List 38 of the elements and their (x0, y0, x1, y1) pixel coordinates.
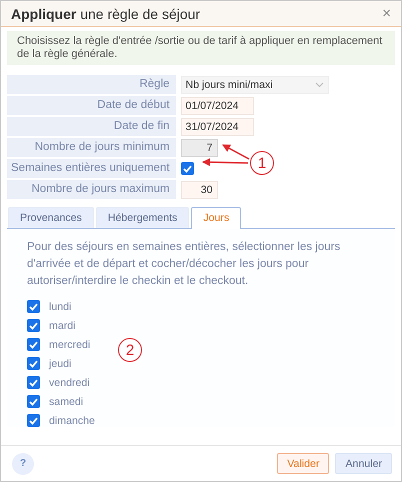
instructions-text: Pour des séjours en semaines entières, sélectionner les jours d'arrivée et de départ et cocher/décocher les jours pour autoriser/interdire le checkin et le checkout. (27, 240, 342, 289)
date-field[interactable]: 31/07/2024 (180, 118, 254, 136)
callout-badge: 1 (250, 151, 274, 175)
chevron-down-icon (314, 82, 324, 88)
info-message: Choisissez la règle d'entrée /sortie ou de tarif à appliquer en remplacement de la règle générale. (7, 31, 395, 65)
field-label: Date de fin (7, 117, 176, 136)
day-label: mardi (49, 320, 76, 332)
tab[interactable]: Hébergements (96, 207, 190, 228)
validate-button[interactable]: Valider (277, 453, 330, 474)
callout-badge: 2 (118, 338, 142, 362)
field-label: Semaines entières uniquement (7, 159, 176, 178)
field-label: Règle (7, 75, 176, 94)
help-button[interactable]: ? (12, 452, 34, 474)
checkbox[interactable] (27, 300, 40, 313)
field-label: Nombre de jours maximum (7, 180, 176, 199)
field-label: Date de début (7, 96, 176, 115)
close-button[interactable]: × (382, 5, 391, 22)
day-label: samedi (49, 396, 84, 408)
rule-select[interactable]: Nb jours mini/maxi (180, 76, 329, 94)
checkbox[interactable] (27, 395, 40, 408)
number-field[interactable]: 30 (180, 180, 218, 198)
tab[interactable]: Jours (191, 207, 242, 229)
day-label: lundi (49, 300, 72, 312)
day-label: dimanche (49, 414, 95, 426)
date-field[interactable]: 01/07/2024 (180, 96, 254, 114)
tab[interactable]: Provenances (8, 207, 94, 228)
checkbox[interactable] (27, 357, 40, 370)
day-label: vendredi (49, 376, 90, 388)
checkbox[interactable] (27, 319, 40, 332)
checkbox[interactable] (27, 376, 40, 389)
checkbox[interactable] (27, 338, 40, 351)
window-title: Appliquer une règle de séjour (11, 6, 200, 22)
checkbox[interactable] (180, 162, 194, 175)
day-label: jeudi (49, 358, 72, 370)
cancel-button[interactable]: Annuler (335, 453, 392, 474)
day-label: mercredi (49, 338, 90, 350)
field-label: Nombre de jours minimum (7, 138, 176, 157)
checkbox[interactable] (27, 414, 40, 427)
